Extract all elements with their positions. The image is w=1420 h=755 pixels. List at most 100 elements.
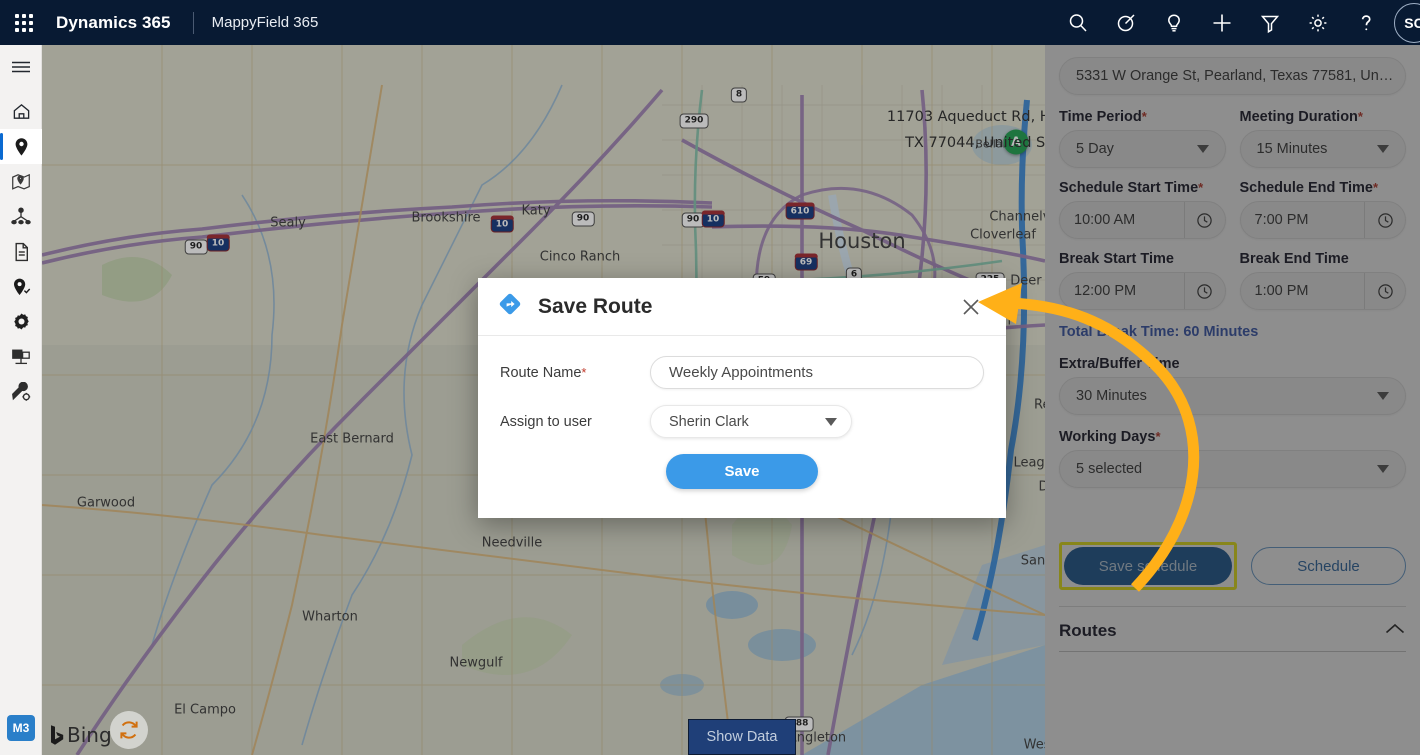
map-label: Sealy [270,215,306,231]
highway-shield-icon: 90 [184,239,208,255]
schedule-end-label: Schedule End Time* [1239,180,1379,196]
assistant-icon[interactable] [1102,0,1150,45]
show-data-button[interactable]: Show Data [688,719,796,755]
required-asterisk: * [581,364,587,380]
working-days-select[interactable]: 5 selected [1059,450,1406,488]
highway-shield-icon: 610 [785,202,815,220]
routes-section-header[interactable]: Routes [1059,621,1406,652]
schedule-start-label: Schedule Start Time* [1059,180,1204,196]
assign-to-user-select[interactable]: Sherin Clark [650,405,852,438]
schedule-end-field[interactable] [1239,201,1406,239]
sidebar-item-layers[interactable] [0,339,42,374]
routes-label: Routes [1059,621,1117,640]
assign-to-user-value: Sherin Clark [669,413,749,430]
sidebar-item-pin-check[interactable] [0,269,42,304]
address-value: 5331 W Orange St, Pearland, Texas 77581,… [1076,68,1394,84]
break-end-field[interactable] [1239,272,1406,310]
clock-icon[interactable] [1185,273,1225,309]
brand-title[interactable]: Dynamics 365 [56,13,171,33]
map-label: Santa Fe [1020,553,1045,569]
break-start-field[interactable] [1059,272,1226,310]
panel-action-buttons: Save schedule Schedule [1059,542,1406,590]
map-label: Brookshire [411,210,481,226]
buffer-time-select[interactable]: 30 Minutes [1059,377,1406,415]
schedule-button[interactable]: Schedule [1251,547,1406,585]
dialog-body: Route Name* Assign to user Sherin Clark … [478,336,1006,489]
route-diamond-icon [498,292,522,321]
map-label: Cloverleaf [970,227,1036,243]
sidebar-item-settings[interactable] [0,304,42,339]
sidebar-item-document[interactable] [0,234,42,269]
sidebar-item-map-pin[interactable] [0,129,42,164]
filter-icon[interactable] [1246,0,1294,45]
required-asterisk: * [1155,429,1161,444]
address-field[interactable]: 5331 W Orange St, Pearland, Texas 77581,… [1059,57,1406,95]
dialog-header: Save Route [478,278,1006,336]
clock-icon[interactable] [1365,202,1405,238]
map-label: Houston [818,229,906,253]
dialog-save-button[interactable]: Save [666,454,818,489]
chevron-down-icon [1377,392,1389,400]
left-navigation-rail: M3 [0,45,42,755]
close-icon[interactable] [958,294,984,320]
map-label: East Bernard [310,431,394,447]
sidebar-item-route-network[interactable] [0,199,42,234]
schedule-start-field[interactable] [1059,201,1226,239]
working-days-label: Working Days* [1059,429,1161,445]
route-name-label: Route Name* [500,364,587,381]
add-icon[interactable] [1198,0,1246,45]
schedule-start-input[interactable] [1060,202,1185,238]
schedule-end-input[interactable] [1240,202,1365,238]
map-label: Wharton [302,609,358,625]
save-schedule-button[interactable]: Save schedule [1064,547,1232,585]
clock-icon[interactable] [1185,202,1225,238]
map-label: Renton [1034,397,1045,413]
sidebar-item-territory-map[interactable] [0,164,42,199]
chevron-up-icon[interactable] [1384,621,1406,641]
sidebar-item-tools[interactable] [0,374,42,409]
map-label: Garwood [76,495,136,511]
total-break-time-label: Total Break Time: 60 Minutes [1059,324,1259,340]
bing-logo[interactable]: Bing [50,723,112,747]
chevron-down-icon [1196,145,1209,153]
buffer-time-value: 30 Minutes [1076,388,1147,404]
top-nav-icon-group: SC [1054,0,1420,45]
hamburger-icon[interactable] [0,48,42,86]
top-navigation-bar: Dynamics 365 MappyField 365 S [0,0,1420,45]
meeting-duration-value: 15 Minutes [1256,141,1328,157]
clock-icon[interactable] [1365,273,1405,309]
app-launcher-icon[interactable] [0,0,48,45]
sidebar-item-home[interactable] [0,94,42,129]
meeting-duration-select[interactable]: 15 Minutes [1239,130,1406,168]
app-name-label[interactable]: MappyField 365 [212,14,319,31]
route-name-input[interactable] [650,356,984,389]
meeting-duration-label: Meeting Duration* [1239,109,1363,125]
time-period-value: 5 Day [1076,141,1114,157]
working-days-value: 5 selected [1076,461,1143,477]
help-icon[interactable] [1342,0,1390,45]
refresh-icon[interactable] [110,711,148,749]
m3-badge[interactable]: M3 [7,715,35,741]
address-callout-line-1: 11703 Aqueduct Rd, Houst [886,109,1045,125]
break-end-input[interactable] [1240,273,1365,309]
highway-shield-icon: 290 [679,113,709,129]
highway-shield-icon: 10 [701,210,725,228]
required-asterisk: * [1198,180,1204,195]
settings-gear-icon[interactable] [1294,0,1342,45]
map-label: Cinco Ranch [539,249,621,265]
highway-shield-icon: 90 [571,211,595,227]
required-asterisk: * [1357,109,1363,124]
lightbulb-icon[interactable] [1150,0,1198,45]
break-start-input[interactable] [1060,273,1185,309]
required-asterisk: * [1373,180,1379,195]
assign-user-row: Assign to user Sherin Clark [500,405,984,438]
search-icon[interactable] [1054,0,1102,45]
assign-to-user-label: Assign to user [500,413,592,430]
map-label: Channelview [989,209,1045,225]
map-label: El Campo [174,702,236,718]
bing-label: Bing [67,723,112,747]
time-period-select[interactable]: 5 Day [1059,130,1226,168]
required-asterisk: * [1141,109,1147,124]
map-label: Newgulf [449,655,503,671]
avatar[interactable]: SC [1394,2,1420,43]
